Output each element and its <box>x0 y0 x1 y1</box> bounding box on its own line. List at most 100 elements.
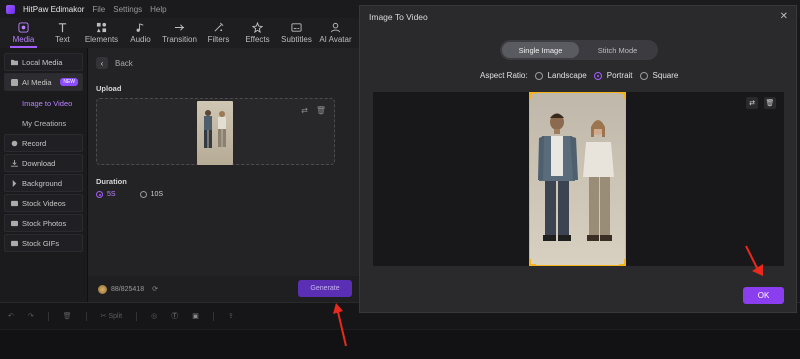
tab-subtitles-label: Subtitles <box>281 35 312 44</box>
close-icon[interactable]: ✕ <box>780 11 788 22</box>
crop-handle-bottom-left[interactable] <box>529 259 536 266</box>
tab-media[interactable]: Media <box>4 18 43 48</box>
split-button[interactable]: ✂ Split <box>101 312 122 321</box>
mode-tabs: Single Image Stitch Mode <box>500 40 658 60</box>
back-label[interactable]: Back <box>115 59 133 68</box>
tab-audio-label: Audio <box>130 35 151 44</box>
tab-audio[interactable]: Audio <box>121 18 160 48</box>
tab-text[interactable]: Text <box>43 18 82 48</box>
sidebar-item-background[interactable]: Background <box>4 174 83 192</box>
image-to-video-dialog: Image To Video ✕ Single Image Stitch Mod… <box>359 5 797 313</box>
trash-icon: 🗑 <box>765 100 775 107</box>
trash-icon[interactable]: 🗑 <box>316 106 326 115</box>
sidebar-item-stock-photos[interactable]: Stock Photos <box>4 214 83 232</box>
main-toolbar: Media Text Elements Audio Transition Fil… <box>0 18 360 48</box>
tab-transition[interactable]: Transition <box>160 18 199 48</box>
tab-single-image[interactable]: Single Image <box>502 42 579 58</box>
sidebar-item-label: Download <box>22 158 56 168</box>
menu-help[interactable]: Help <box>150 5 166 14</box>
back-button[interactable]: ‹ <box>96 57 108 69</box>
photo-icon <box>11 220 18 226</box>
sidebar-item-download[interactable]: Download <box>4 154 83 172</box>
undo-icon[interactable]: ↶ <box>8 312 14 320</box>
sidebar-item-label: Stock GIFs <box>22 238 60 248</box>
tab-subtitles[interactable]: Subtitles <box>277 18 316 48</box>
duration-radio-10s[interactable]: 10S <box>139 191 163 198</box>
ok-button[interactable]: OK <box>743 287 784 304</box>
radio-dot <box>96 191 103 198</box>
text-icon <box>58 23 67 33</box>
back-row: ‹ Back <box>96 57 133 69</box>
aspect-option-label: Square <box>652 71 679 80</box>
crop-handle-top-left[interactable] <box>529 92 536 99</box>
aspect-option-label: Portrait <box>606 71 633 80</box>
sidebar-item-my-creations[interactable]: My Creations <box>0 113 87 133</box>
folder-icon <box>11 59 18 65</box>
sidebar-item-label: Stock Videos <box>22 198 66 208</box>
sidebar-item-label: Background <box>22 178 63 188</box>
dialog-title: Image To Video <box>369 12 428 22</box>
red-arrow-annotation-ok <box>745 245 763 276</box>
dialog-header: Image To Video <box>360 6 796 28</box>
redo-icon[interactable]: ↷ <box>28 312 34 320</box>
divider <box>85 311 87 321</box>
upload-actions: ⇄ 🗑 <box>301 106 326 115</box>
sidebar-item-stock-videos[interactable]: Stock Videos <box>4 194 83 212</box>
effects-icon <box>252 22 263 33</box>
filters-icon <box>214 22 224 32</box>
tab-ai-avatar[interactable]: AI Avatar <box>316 18 355 48</box>
sidebar-item-ai-media[interactable]: AI Media NEW <box>4 73 83 91</box>
timeline-track[interactable] <box>0 329 800 359</box>
menu-file[interactable]: File <box>92 5 105 14</box>
sidebar-item-local-media[interactable]: Local Media <box>4 53 83 71</box>
sidebar-item-record[interactable]: Record <box>4 134 83 152</box>
marker-icon[interactable]: ◎ <box>151 312 157 320</box>
delete-icon[interactable]: 🗑 <box>63 312 72 320</box>
aspect-radio-portrait[interactable]: Portrait <box>593 71 633 80</box>
swap-icon[interactable]: ⇄ <box>301 106 308 115</box>
menu-settings[interactable]: Settings <box>113 5 142 14</box>
red-arrow-annotation-generate <box>333 303 347 347</box>
export-icon[interactable]: ⇪ <box>228 312 234 320</box>
tab-effects[interactable]: Effects <box>238 18 277 48</box>
replace-image-button[interactable]: ⇄ <box>746 97 758 109</box>
ai-icon[interactable]: ▣ <box>192 312 199 320</box>
media-icon <box>18 22 29 33</box>
radio-dot <box>534 71 543 80</box>
text-track-icon[interactable]: Ⓣ <box>171 311 178 321</box>
elements-icon <box>96 22 107 33</box>
image-to-video-panel: ‹ Back Upload ⇄ 🗑 Duration 5S 10S 88/825… <box>88 48 360 302</box>
download-icon <box>11 159 18 167</box>
aspect-radio-landscape[interactable]: Landscape <box>534 71 587 80</box>
portrait-crop-frame[interactable] <box>529 92 626 266</box>
video-icon <box>11 200 18 206</box>
upload-label: Upload <box>96 84 122 93</box>
tab-elements[interactable]: Elements <box>82 18 121 48</box>
duration-radio-5s[interactable]: 5S <box>96 191 116 198</box>
crop-handle-top-right[interactable] <box>619 92 626 99</box>
divider <box>212 311 214 321</box>
refresh-icon[interactable]: ⟳ <box>152 285 158 293</box>
transition-icon <box>174 24 185 31</box>
aspect-radio-square[interactable]: Square <box>639 71 679 80</box>
tab-filters-label: Filters <box>207 35 230 44</box>
sidebar-item-stock-gifs[interactable]: Stock GIFs <box>4 234 83 252</box>
tab-stitch-mode[interactable]: Stitch Mode <box>579 42 656 58</box>
subtitles-icon <box>291 23 302 32</box>
delete-image-button[interactable]: 🗑 <box>764 97 776 109</box>
generate-button[interactable]: Generate <box>298 280 352 297</box>
ai-icon <box>11 78 18 86</box>
gif-icon <box>11 240 18 246</box>
duration-options: 5S 10S <box>96 191 163 198</box>
upload-dropzone[interactable]: ⇄ 🗑 <box>96 98 335 165</box>
chevron-right-icon <box>12 179 17 187</box>
sidebar-item-label: Local Media <box>22 57 63 67</box>
tab-filters[interactable]: Filters <box>199 18 238 48</box>
crop-handle-bottom-right[interactable] <box>619 259 626 266</box>
new-badge: NEW <box>60 78 78 86</box>
tab-media-label: Media <box>12 35 35 44</box>
timeline-toolbar: ↶ ↷ 🗑 ✂ Split ◎ Ⓣ ▣ ⇪ <box>8 311 234 321</box>
ai-avatar-icon <box>330 22 341 33</box>
sidebar-item-image-to-video[interactable]: Image to Video <box>0 93 87 113</box>
chevron-left-icon: ‹ <box>100 58 104 68</box>
